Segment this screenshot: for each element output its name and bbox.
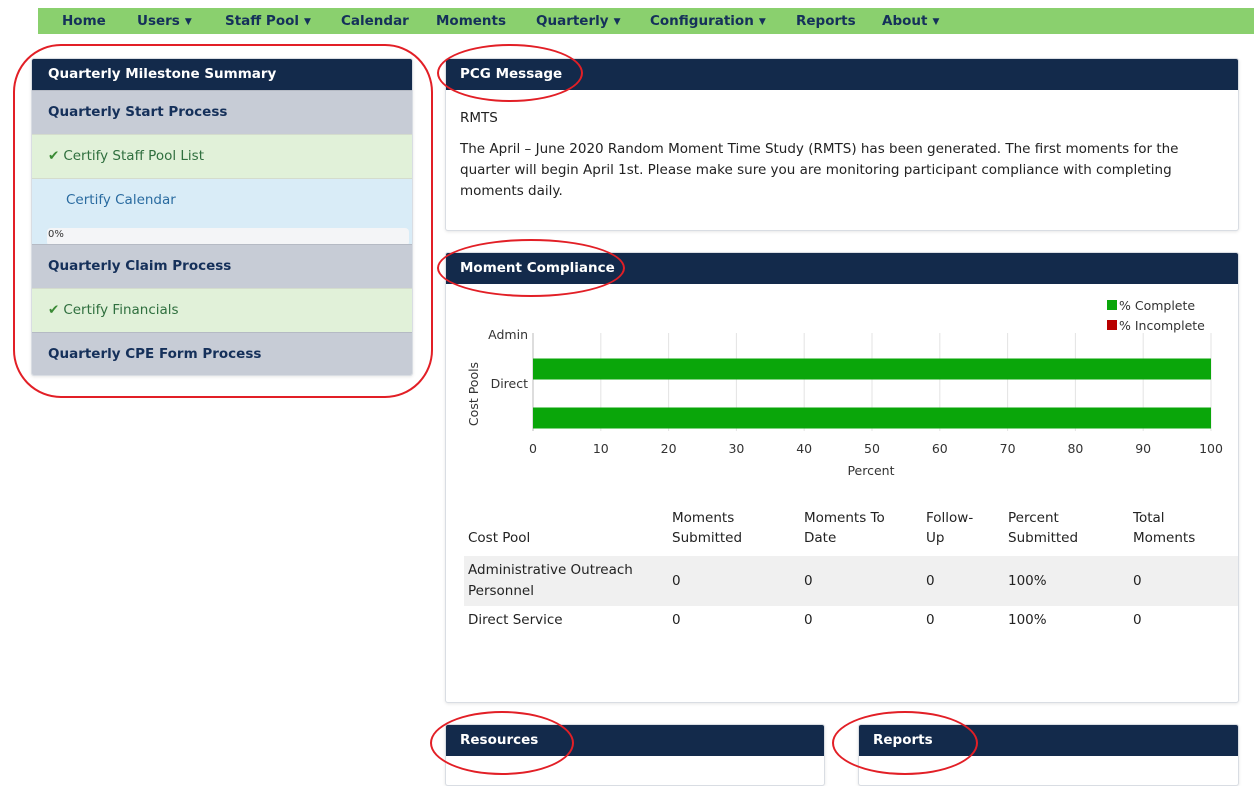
chart-x-tick-label: 50 bbox=[864, 441, 880, 456]
chart-x-tick-label: 0 bbox=[529, 441, 537, 456]
cell-to-date: 0 bbox=[800, 556, 922, 606]
chart-bar bbox=[533, 358, 1211, 380]
chart-legend-swatch bbox=[1107, 300, 1117, 310]
chart-legend-swatch bbox=[1107, 320, 1117, 330]
reports-title: Reports bbox=[859, 725, 1238, 756]
col-cost-pool: Cost Pool bbox=[468, 530, 531, 546]
chart-x-tick-label: 90 bbox=[1135, 441, 1151, 456]
chart-x-tick-label: 60 bbox=[932, 441, 948, 456]
chart-x-tick-label: 80 bbox=[1067, 441, 1083, 456]
cell-cost-pool: Administrative Outreach Personnel bbox=[464, 556, 668, 606]
chart-legend-label: % Complete bbox=[1119, 298, 1195, 313]
chart-x-ticks: 0 10 20 30 40 50 60 70 80 90 100 bbox=[529, 441, 1223, 456]
chart-category-label: Direct bbox=[491, 376, 529, 391]
chart-category-label: Admin bbox=[488, 327, 528, 342]
chart-x-tick-label: 20 bbox=[661, 441, 677, 456]
cell-total: 0 bbox=[1133, 612, 1142, 628]
col-total-moments: Total Moments bbox=[1133, 510, 1196, 546]
cell-submitted: 0 bbox=[672, 612, 681, 628]
chart-x-tick-label: 100 bbox=[1199, 441, 1223, 456]
chart-x-tick-label: 10 bbox=[593, 441, 609, 456]
chart-x-tick-label: 40 bbox=[796, 441, 812, 456]
col-follow-up: Follow- Up bbox=[926, 510, 974, 546]
col-moments-submitted: Moments Submitted bbox=[672, 510, 743, 546]
reports-panel: Reports bbox=[858, 724, 1239, 786]
col-moments-to-date: Moments To Date bbox=[804, 510, 885, 546]
resources-title: Resources bbox=[446, 725, 824, 756]
chart-x-axis-label: Percent bbox=[847, 463, 894, 478]
table-header-row: Cost Pool Moments Submitted Moments To Dat… bbox=[464, 508, 1238, 556]
compliance-table: Cost Pool Moments Submitted Moments To Dat… bbox=[464, 508, 1238, 635]
chart-category-labels: Admin Direct bbox=[488, 327, 528, 391]
cell-percent: 100% bbox=[1008, 612, 1047, 628]
cell-submitted: 0 bbox=[668, 556, 800, 606]
chart-x-tick-label: 70 bbox=[1000, 441, 1016, 456]
chart-y-axis-label: Cost Pools bbox=[466, 362, 481, 426]
cell-followup: 0 bbox=[926, 612, 935, 628]
cell-percent: 100% bbox=[1004, 556, 1129, 606]
moment-compliance-chart: 0 10 20 30 40 50 60 70 80 90 100 Admin Direct % Com… bbox=[466, 298, 1223, 478]
cell-cost-pool: Direct Service bbox=[468, 612, 563, 628]
chart-legend: % Complete % Incomplete bbox=[1107, 298, 1205, 333]
table-row: Direct Service 0 0 0 100% 0 bbox=[464, 606, 1238, 635]
table-row: Administrative Outreach Personnel 0 0 0 1… bbox=[464, 556, 1238, 606]
chart-x-tick-label: 30 bbox=[728, 441, 744, 456]
cell-total: 0 bbox=[1129, 556, 1238, 606]
chart-legend-label: % Incomplete bbox=[1119, 318, 1205, 333]
col-percent-submitted: Percent Submitted bbox=[1008, 510, 1079, 546]
cell-to-date: 0 bbox=[804, 612, 813, 628]
cell-followup: 0 bbox=[922, 556, 1004, 606]
chart-bar bbox=[533, 407, 1211, 429]
resources-panel: Resources bbox=[445, 724, 825, 786]
